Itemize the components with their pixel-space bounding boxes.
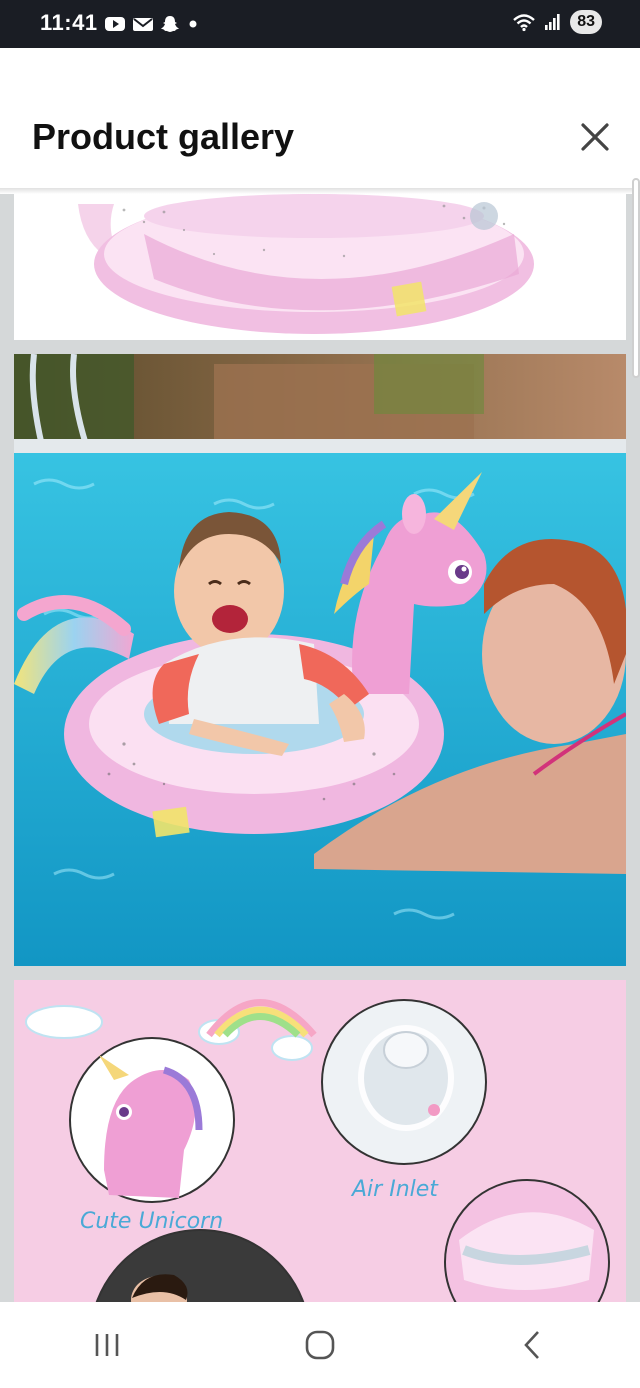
dot-icon — [189, 20, 197, 28]
recents-button[interactable] — [0, 1302, 213, 1388]
mail-icon — [133, 18, 153, 31]
recents-icon — [95, 1334, 118, 1356]
navigation-bar — [0, 1302, 640, 1388]
home-icon — [305, 1330, 335, 1360]
float-drawing — [78, 194, 534, 334]
snapchat-icon — [161, 16, 179, 32]
features-illustration-image[interactable]: Cute Unicorn Air Inlet — [14, 980, 626, 1302]
battery-icon: 83 — [570, 10, 602, 34]
back-button[interactable] — [427, 1302, 640, 1388]
home-button[interactable] — [213, 1302, 426, 1388]
youtube-icon — [105, 17, 125, 31]
scrollbar[interactable] — [632, 178, 640, 378]
wifi-icon — [513, 14, 536, 32]
system-icons: 83 — [512, 10, 602, 34]
status-bar: 11:41 83 — [0, 0, 640, 48]
close-button[interactable] — [570, 112, 620, 162]
status-time: 11:41 — [40, 10, 98, 35]
pool-scene-drawing — [14, 354, 626, 966]
baby-in-pool-image[interactable] — [14, 354, 626, 966]
close-icon — [581, 123, 609, 151]
unicorn-float-top-image[interactable] — [14, 194, 626, 340]
product-gallery[interactable]: Cute Unicorn Air Inlet — [0, 194, 640, 1302]
air-inlet-label: Air Inlet — [350, 1177, 439, 1202]
signal-icon — [545, 14, 560, 30]
back-icon — [524, 1331, 540, 1359]
features-drawing: Cute Unicorn Air Inlet — [25, 999, 610, 1302]
cute-unicorn-label: Cute Unicorn — [80, 1209, 223, 1234]
header: Product gallery — [0, 48, 640, 190]
notification-icons — [104, 14, 200, 34]
page-title: Product gallery — [32, 116, 295, 157]
